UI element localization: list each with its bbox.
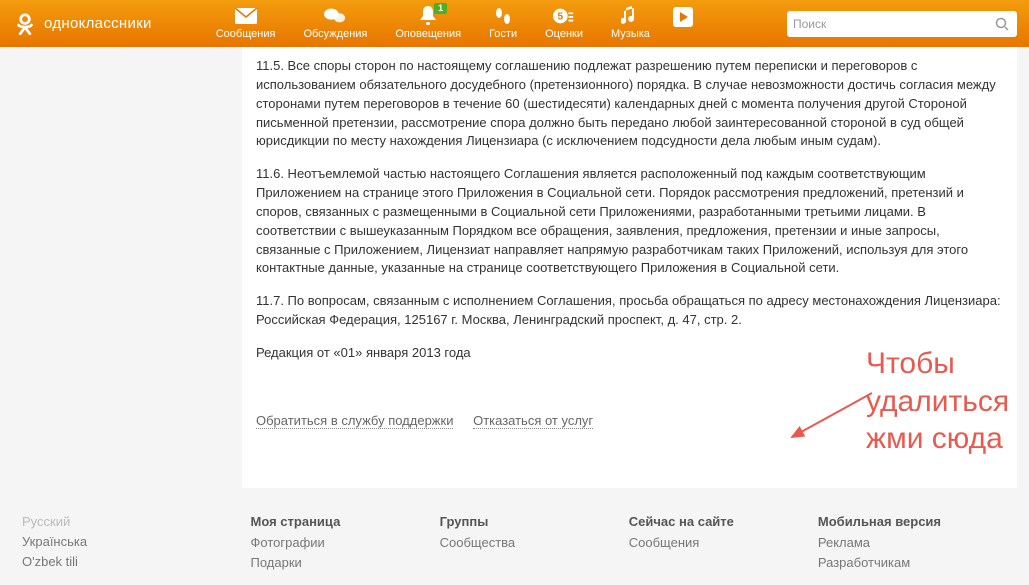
brand-name: одноклассники [44, 15, 152, 32]
footer-link[interactable]: Сообщества [440, 535, 629, 550]
footer-heading: Мобильная версия [818, 514, 1007, 529]
footer-link[interactable]: Сообщения [629, 535, 818, 550]
nav-discussions[interactable]: Обсуждения [289, 2, 381, 46]
footprints-icon [492, 6, 514, 26]
refuse-services-link[interactable]: Отказаться от услуг [473, 413, 593, 429]
lang-uz[interactable]: O'zbek tili [22, 554, 251, 569]
nav-label: Обсуждения [303, 28, 367, 40]
footer-heading: Сейчас на сайте [629, 514, 818, 529]
para-11-7: 11.7. По вопросам, связанным с исполнени… [256, 292, 1003, 330]
para-11-6: 11.6. Неотъемлемой частью настоящего Сог… [256, 165, 1003, 278]
nav-label: Музыка [611, 28, 650, 40]
footer-heading: Моя страница [251, 514, 440, 529]
magnifier-icon [995, 17, 1009, 31]
action-links: Обратиться в службу поддержки Отказаться… [256, 413, 1003, 428]
footer-col-online: Сейчас на сайте Сообщения [629, 514, 818, 575]
footer-col-groups: Группы Сообщества [440, 514, 629, 575]
footer-col-mobile: Мобильная версия Реклама Разработчикам [818, 514, 1007, 575]
music-note-icon [619, 6, 641, 26]
main-container: 11.5. Все споры сторон по настоящему сог… [0, 47, 1029, 488]
top-header: одноклассники Сообщения Обсуждения 1 Опо… [0, 0, 1029, 47]
nav-guests[interactable]: Гости [475, 2, 531, 46]
nav-label: Оповещения [395, 28, 461, 40]
nav-label: Сообщения [216, 28, 276, 40]
speech-bubbles-icon [324, 6, 346, 26]
brand-logo[interactable]: одноклассники [12, 11, 152, 37]
top-nav: Сообщения Обсуждения 1 Оповещения Гости … [202, 2, 702, 46]
rating-5-icon: 5 [553, 6, 575, 26]
footer-languages: Русский Українська O'zbek tili [22, 514, 251, 575]
nav-notifications[interactable]: 1 Оповещения [381, 2, 475, 46]
nav-play[interactable] [664, 2, 702, 46]
lang-ua[interactable]: Українська [22, 534, 251, 549]
svg-text:5: 5 [558, 11, 564, 22]
content-area: 11.5. Все споры сторон по настоящему сог… [242, 47, 1017, 488]
envelope-icon [235, 6, 257, 26]
nav-music[interactable]: Музыка [597, 2, 664, 46]
notification-badge: 1 [434, 3, 447, 14]
footer-link[interactable]: Подарки [251, 555, 440, 570]
footer-link[interactable]: Разработчикам [818, 555, 1007, 570]
ok-logo-icon [12, 11, 38, 37]
search-box[interactable] [787, 11, 1017, 37]
footer-heading: Группы [440, 514, 629, 529]
lang-ru[interactable]: Русский [22, 514, 251, 529]
footer: Русский Українська O'zbek tili Моя стран… [0, 488, 1029, 585]
nav-label: Оценки [545, 28, 583, 40]
nav-marks[interactable]: 5 Оценки [531, 2, 597, 46]
footer-col-mypage: Моя страница Фотографии Подарки [251, 514, 440, 575]
nav-messages[interactable]: Сообщения [202, 2, 290, 46]
footer-link[interactable]: Фотографии [251, 535, 440, 550]
search-button[interactable] [993, 15, 1011, 33]
play-icon [672, 7, 694, 27]
nav-label: Гости [489, 28, 517, 40]
para-11-5: 11.5. Все споры сторон по настоящему сог… [256, 57, 1003, 151]
footer-link[interactable]: Реклама [818, 535, 1007, 550]
nav-label [681, 29, 684, 41]
search-input[interactable] [793, 17, 993, 31]
support-link[interactable]: Обратиться в службу поддержки [256, 413, 453, 429]
revision-text: Редакция от «01» января 2013 года [256, 344, 1003, 363]
left-sidebar [0, 47, 242, 488]
